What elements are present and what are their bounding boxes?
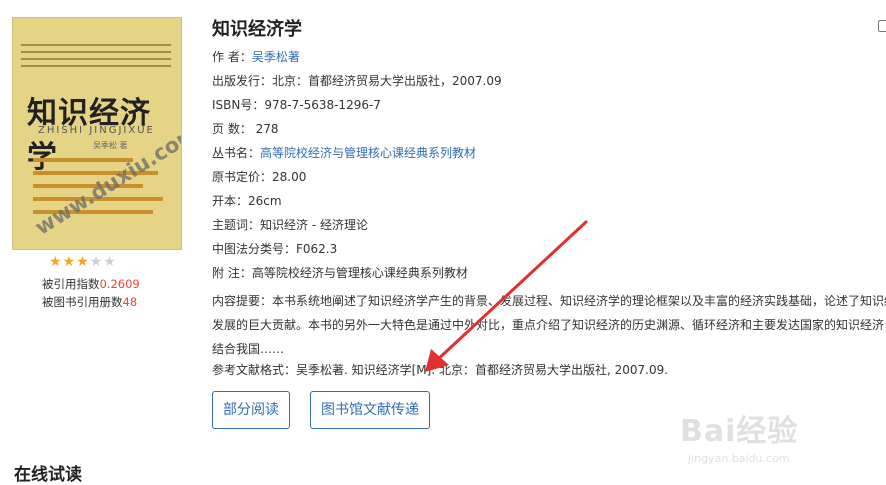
baidu-logo: Bai经验: [680, 414, 799, 449]
baidu-url: jingyan.baidu.com: [688, 452, 790, 465]
baidu-jingyan-watermark: Bai经验 jingyan.baidu.com: [680, 406, 798, 465]
arrow-shaft: [434, 220, 588, 363]
